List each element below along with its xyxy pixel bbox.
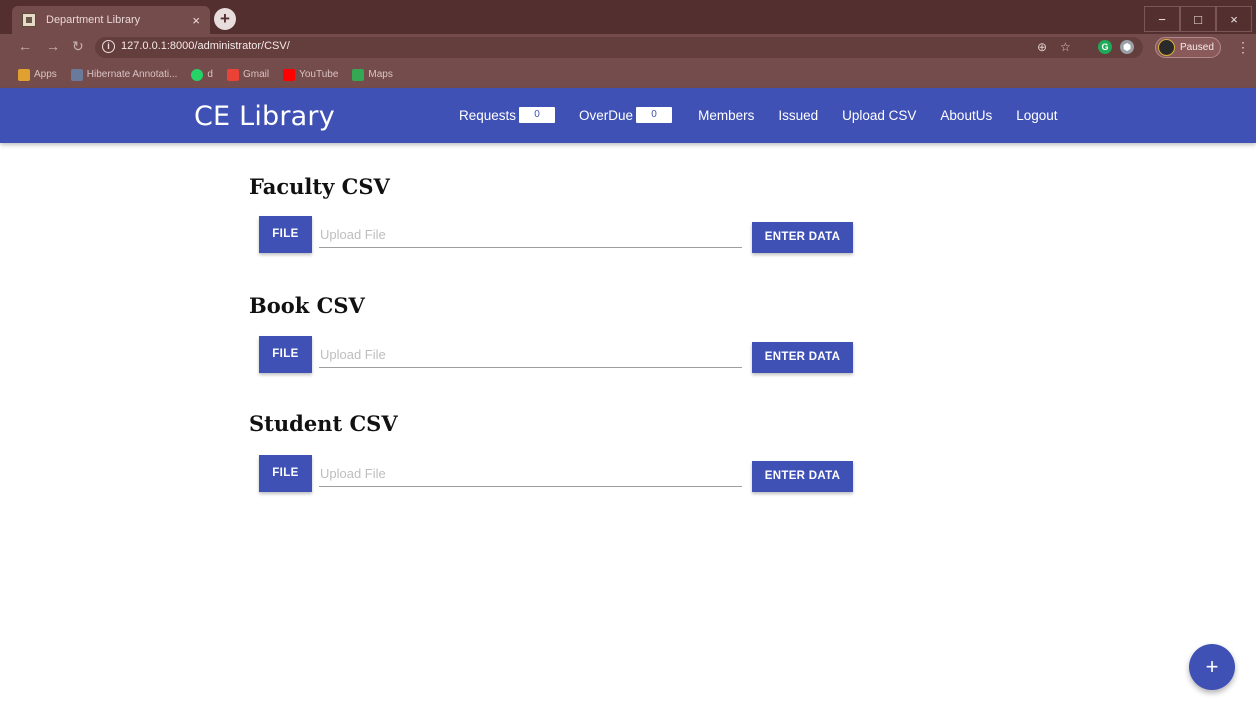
- window-maximize-button[interactable]: □: [1180, 6, 1216, 32]
- profile-button[interactable]: Paused: [1155, 37, 1221, 58]
- student-enter-data-button[interactable]: ENTER DATA: [752, 461, 853, 492]
- add-circle-icon[interactable]: ⊕: [1037, 40, 1047, 54]
- grammarly-extension-icon[interactable]: G: [1098, 40, 1112, 54]
- bookmark-star-icon[interactable]: ☆: [1060, 40, 1071, 54]
- add-fab-button[interactable]: +: [1189, 644, 1235, 690]
- address-url: 127.0.0.1:8000/administrator/CSV/: [121, 40, 290, 52]
- bookmark-maps[interactable]: Maps: [352, 68, 393, 81]
- browser-tabstrip: Department Library × + − □ ×: [0, 0, 1256, 34]
- nav-logout[interactable]: Logout: [1016, 107, 1057, 123]
- back-arrow-icon[interactable]: ←: [18, 38, 32, 54]
- tab-title: Department Library: [46, 14, 141, 26]
- whatsapp-icon: [191, 68, 204, 81]
- tab-close-icon[interactable]: ×: [192, 13, 200, 28]
- new-tab-button[interactable]: +: [214, 8, 236, 30]
- nav-issued[interactable]: Issued: [778, 107, 818, 123]
- maps-icon: [352, 68, 365, 81]
- avatar: [1158, 39, 1175, 56]
- book-file-path-input[interactable]: [319, 342, 742, 368]
- requests-count-badge: 0: [519, 107, 556, 123]
- bookmark-whatsapp[interactable]: d: [191, 68, 213, 81]
- window-close-button[interactable]: ×: [1216, 6, 1252, 32]
- bookmark-apps[interactable]: Apps: [18, 68, 57, 81]
- bookmarks-bar: Apps Hibernate Annotati... d Gmail YouTu…: [0, 61, 1256, 88]
- browser-toolbar: ← → ↻ i 127.0.0.1:8000/administrator/CSV…: [0, 34, 1256, 61]
- student-csv-title: Student CSV: [249, 411, 398, 436]
- nav-overdue[interactable]: OverDue 0: [579, 107, 673, 123]
- reload-icon[interactable]: ↻: [72, 38, 84, 55]
- nav-upload-csv[interactable]: Upload CSV: [842, 107, 916, 123]
- bookmark-gmail[interactable]: Gmail: [226, 68, 269, 81]
- book-csv-title: Book CSV: [249, 293, 365, 318]
- gmail-icon: [226, 68, 239, 81]
- nav-requests[interactable]: Requests 0: [459, 107, 556, 123]
- faculty-csv-title: Faculty CSV: [249, 174, 390, 199]
- apps-grid-icon: [18, 68, 30, 81]
- profile-status: Paused: [1180, 42, 1214, 53]
- library-favicon-icon: [22, 13, 36, 27]
- faculty-file-path-input[interactable]: [319, 222, 742, 248]
- hibernate-icon: [70, 68, 83, 81]
- book-file-button[interactable]: FILE: [259, 336, 312, 373]
- app-navbar: CE Library Requests 0 OverDue 0 Members …: [0, 88, 1256, 143]
- student-file-button[interactable]: FILE: [259, 455, 312, 492]
- site-info-icon[interactable]: i: [102, 40, 115, 53]
- extension-icon[interactable]: ⬢: [1120, 40, 1134, 54]
- overdue-count-badge: 0: [636, 107, 673, 123]
- forward-arrow-icon[interactable]: →: [46, 38, 60, 54]
- address-bar[interactable]: i 127.0.0.1:8000/administrator/CSV/ ⊕ ☆: [95, 37, 1143, 58]
- bookmark-youtube[interactable]: YouTube: [283, 68, 338, 81]
- youtube-icon: [283, 68, 296, 81]
- window-minimize-button[interactable]: −: [1144, 6, 1180, 32]
- brand-logo[interactable]: CE Library: [194, 101, 335, 132]
- nav-aboutus[interactable]: AboutUs: [940, 107, 992, 123]
- student-file-path-input[interactable]: [319, 461, 742, 487]
- book-enter-data-button[interactable]: ENTER DATA: [752, 342, 853, 373]
- faculty-enter-data-button[interactable]: ENTER DATA: [752, 222, 853, 253]
- browser-tab[interactable]: Department Library ×: [12, 6, 210, 34]
- bookmark-hibernate[interactable]: Hibernate Annotati...: [70, 68, 177, 81]
- browser-menu-icon[interactable]: ⋮: [1236, 39, 1250, 56]
- nav-members[interactable]: Members: [698, 107, 754, 123]
- nav-links: Requests 0 OverDue 0 Members Issued Uplo…: [459, 107, 1058, 123]
- faculty-file-button[interactable]: FILE: [259, 216, 312, 253]
